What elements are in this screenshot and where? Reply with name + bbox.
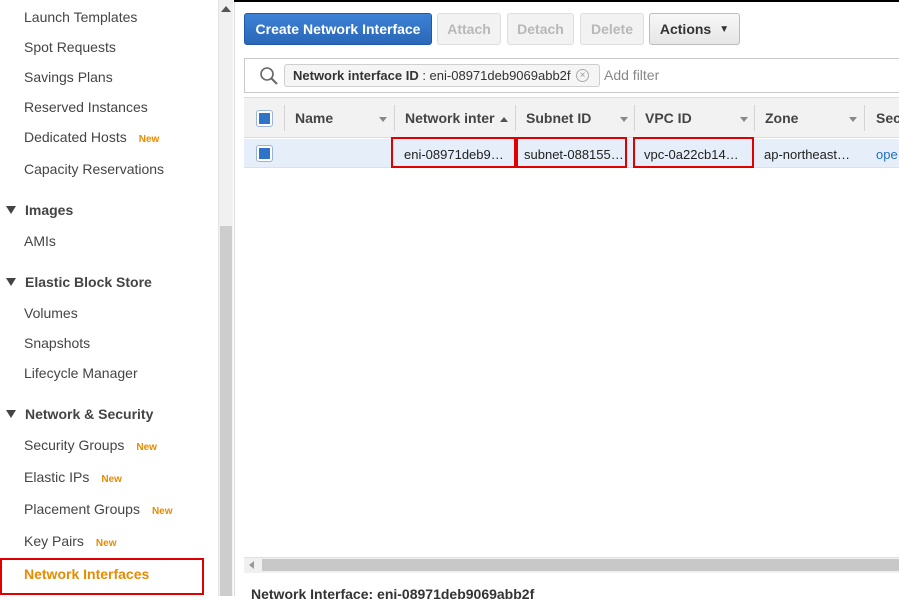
sidebar-item-label: Elastic IPs <box>24 469 90 485</box>
select-all-checkbox[interactable] <box>256 110 273 127</box>
section-title: Elastic Block Store <box>25 274 152 290</box>
sidebar-item-label: Placement Groups <box>24 501 140 517</box>
new-badge: New <box>138 134 160 145</box>
sidebar-item-volumes[interactable]: Volumes <box>24 305 78 321</box>
delete-button[interactable]: Delete <box>580 13 644 45</box>
sidebar-item-dedicated-hosts[interactable]: Dedicated Hosts New <box>24 129 159 145</box>
sidebar-item-network-interfaces[interactable]: Network Interfaces <box>0 558 204 595</box>
column-header-subnet-id[interactable]: Subnet ID <box>526 110 591 126</box>
column-header-zone[interactable]: Zone <box>765 110 798 126</box>
column-header-name[interactable]: Name <box>295 110 333 126</box>
sidebar-item-label: Reserved Instances <box>24 99 148 115</box>
sidebar-scrollbar-thumb[interactable] <box>220 226 232 596</box>
sidebar-item-label: Network Interfaces <box>24 566 150 582</box>
new-badge: New <box>136 442 157 453</box>
sidebar-item-snapshots[interactable]: Snapshots <box>24 335 90 351</box>
column-separator <box>394 105 395 131</box>
actions-label: Actions <box>659 21 712 37</box>
scroll-up-arrow-icon[interactable] <box>221 6 231 12</box>
new-badge: New <box>151 506 173 517</box>
sidebar-section-images[interactable]: Images <box>6 202 73 218</box>
sidebar-item-amis[interactable]: AMIs <box>24 233 56 249</box>
new-badge: New <box>101 474 122 485</box>
collapse-triangle-icon <box>6 410 16 418</box>
actions-button[interactable]: Actions ▼ <box>649 13 740 45</box>
collapse-triangle-icon <box>6 206 16 214</box>
new-badge: New <box>95 538 117 549</box>
sidebar-item-placement-groups[interactable]: Placement Groups New <box>24 501 173 517</box>
sidebar-section-ebs[interactable]: Elastic Block Store <box>6 274 152 290</box>
filter-token-key: Network interface ID <box>293 68 419 83</box>
column-separator <box>284 105 285 131</box>
filter-token[interactable]: Network interface ID : eni-08971deb9069a… <box>284 64 600 87</box>
sidebar-item-spot-requests[interactable]: Spot Requests <box>24 39 116 55</box>
create-network-interface-button[interactable]: Create Network Interface <box>244 13 432 45</box>
cell-security-group-link[interactable]: ope <box>876 147 898 162</box>
sort-ascending-icon[interactable] <box>500 117 508 122</box>
sidebar-item-security-groups[interactable]: Security Groups New <box>24 437 157 453</box>
sidebar-item-label: Security Groups <box>24 437 125 453</box>
detail-panel-title: Network Interface: eni-08971deb9069abb2f <box>251 586 535 602</box>
cell-zone: ap-northeast… <box>764 147 850 162</box>
section-title: Network & Security <box>25 406 154 422</box>
sidebar-item-label: Lifecycle Manager <box>24 365 138 381</box>
sidebar-item-reserved-instances[interactable]: Reserved Instances <box>24 99 148 115</box>
highlight-subnet <box>516 137 627 168</box>
sidebar-item-label: Volumes <box>24 305 78 321</box>
section-title: Images <box>25 202 74 218</box>
top-border <box>234 0 899 2</box>
column-separator <box>864 105 865 131</box>
column-separator <box>515 105 516 131</box>
sidebar-section-network-security[interactable]: Network & Security <box>6 406 153 422</box>
sidebar-item-label: Launch Templates <box>24 9 138 25</box>
horizontal-scrollbar-thumb[interactable] <box>262 559 899 571</box>
column-header-security[interactable]: Sec <box>876 110 899 126</box>
highlight-eni <box>391 137 516 168</box>
sidebar-item-savings-plans[interactable]: Savings Plans <box>24 69 113 85</box>
sort-caret-icon[interactable] <box>379 117 387 122</box>
close-icon[interactable]: × <box>576 69 589 82</box>
sort-caret-icon[interactable] <box>849 117 857 122</box>
sidebar-item-label: Dedicated Hosts <box>24 129 127 145</box>
column-header-network-interface[interactable]: Network interfa <box>405 110 495 126</box>
search-icon <box>260 67 278 85</box>
sidebar-item-lifecycle-manager[interactable]: Lifecycle Manager <box>24 365 138 381</box>
sidebar-item-elastic-ips[interactable]: Elastic IPs New <box>24 469 122 485</box>
filter-token-value: : eni-08971deb9069abb2f <box>422 68 571 83</box>
sidebar-item-label: AMIs <box>24 233 56 249</box>
sidebar-item-launch-templates[interactable]: Launch Templates <box>24 9 137 25</box>
highlight-vpc <box>633 137 754 168</box>
sidebar-item-capacity-reservations[interactable]: Capacity Reservations <box>24 161 164 177</box>
chevron-down-icon: ▼ <box>719 23 730 35</box>
sidebar-item-key-pairs[interactable]: Key Pairs New <box>24 533 116 549</box>
collapse-triangle-icon <box>6 278 16 286</box>
attach-button[interactable]: Attach <box>437 13 501 45</box>
detach-button[interactable]: Detach <box>507 13 574 45</box>
sidebar-item-label: Snapshots <box>24 335 91 351</box>
column-separator <box>634 105 635 131</box>
scroll-left-arrow-icon[interactable] <box>249 561 254 569</box>
sidebar-item-label: Key Pairs <box>24 533 84 549</box>
sidebar-item-label: Capacity Reservations <box>24 161 165 177</box>
row-checkbox[interactable] <box>256 145 273 162</box>
sidebar-item-label: Spot Requests <box>24 39 116 55</box>
sort-caret-icon[interactable] <box>620 117 628 122</box>
add-filter-input[interactable]: Add filter <box>604 67 659 83</box>
column-header-vpc-id[interactable]: VPC ID <box>645 110 692 126</box>
sidebar-item-label: Savings Plans <box>24 69 113 85</box>
column-separator <box>754 105 755 131</box>
sidebar: Launch Templates Spot Requests Savings P… <box>0 0 218 596</box>
sort-caret-icon[interactable] <box>740 117 748 122</box>
